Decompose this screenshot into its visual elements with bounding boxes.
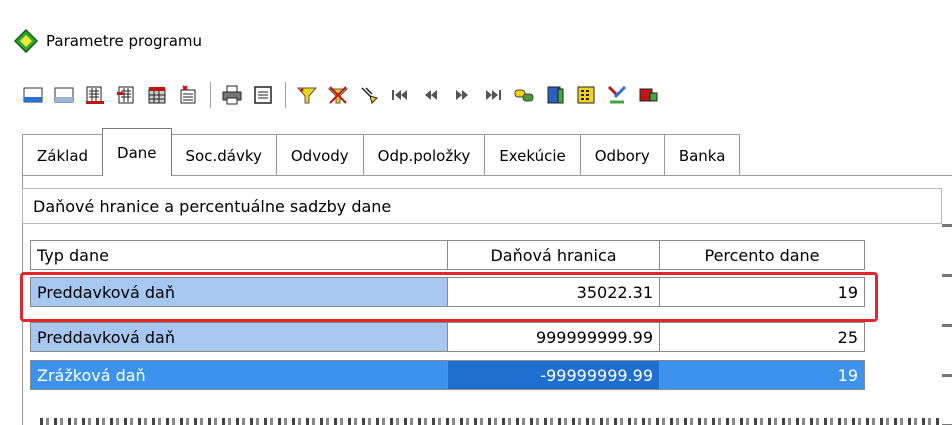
column-header-danova-hranica[interactable]: Daňová hranica — [447, 240, 660, 270]
toolbar-separator — [285, 82, 286, 108]
list-delete-icon[interactable] — [175, 82, 201, 108]
calc-sheet-icon[interactable] — [82, 82, 108, 108]
nav-last-icon[interactable] — [480, 82, 506, 108]
cell-percento-dane[interactable]: 19 — [659, 360, 865, 390]
first-record-icon[interactable] — [20, 82, 46, 108]
tab-odp-polozky[interactable]: Odp.položky — [362, 134, 486, 176]
tab-soc-davky[interactable]: Soc.dávky — [170, 134, 277, 176]
tools-icon[interactable] — [604, 82, 630, 108]
calendar-grid-icon[interactable] — [144, 82, 170, 108]
column-header-typ-dane[interactable]: Typ dane — [30, 240, 448, 270]
tab-odvody[interactable]: Odvody — [275, 134, 364, 176]
cell-percento-dane[interactable]: 25 — [659, 322, 865, 352]
table-row-selected[interactable]: Zrážková daň -99999999.99 19 — [30, 360, 865, 390]
nav-next-icon[interactable] — [449, 82, 475, 108]
cell-danova-hranica[interactable]: 999999999.99 — [447, 322, 660, 352]
cell-typ-dane[interactable]: Zrážková daň — [30, 360, 448, 390]
cell-danova-hranica[interactable]: -99999999.99 — [447, 360, 660, 390]
highlight-annotation — [20, 272, 878, 322]
group-title: Daňové hranice a percentuálne sadzby dan… — [22, 188, 942, 224]
toolbar-separator — [210, 82, 211, 108]
tab-strip: Základ Dane Soc.dávky Odvody Odp.položky… — [22, 128, 741, 176]
nav-first-icon[interactable] — [387, 82, 413, 108]
calc-yellow-icon[interactable] — [573, 82, 599, 108]
tab-banka[interactable]: Banka — [663, 134, 741, 176]
preview-icon[interactable] — [250, 82, 276, 108]
book-icon[interactable] — [542, 82, 568, 108]
cell-typ-dane[interactable]: Preddavková daň — [30, 322, 448, 352]
tab-exekucie[interactable]: Exekúcie — [484, 134, 581, 176]
tab-dane[interactable]: Dane — [102, 128, 172, 176]
column-header-percento-dane[interactable]: Percento dane — [659, 240, 865, 270]
pointer-icon[interactable] — [356, 82, 382, 108]
window-title: Parametre programu — [46, 32, 203, 50]
table-header-row: Typ dane Daňová hranica Percento dane — [30, 240, 865, 270]
green-diamond-icon — [14, 29, 38, 53]
chain-icon[interactable] — [511, 82, 537, 108]
filter-icon[interactable] — [294, 82, 320, 108]
title-bar: Parametre programu — [0, 22, 952, 60]
table-row[interactable]: Preddavková daň 999999999.99 25 — [30, 322, 865, 352]
bottom-strip — [40, 418, 940, 425]
tab-zaklad[interactable]: Základ — [22, 134, 104, 176]
calc-sheet-2-icon[interactable] — [113, 82, 139, 108]
toolbar — [0, 78, 952, 112]
clear-filter-icon[interactable] — [325, 82, 351, 108]
nav-prev-icon[interactable] — [418, 82, 444, 108]
last-record-icon[interactable] — [51, 82, 77, 108]
scroll-edge — [942, 180, 952, 425]
tab-odbory[interactable]: Odbory — [579, 134, 665, 176]
red-box-icon[interactable] — [635, 82, 661, 108]
print-icon[interactable] — [219, 82, 245, 108]
